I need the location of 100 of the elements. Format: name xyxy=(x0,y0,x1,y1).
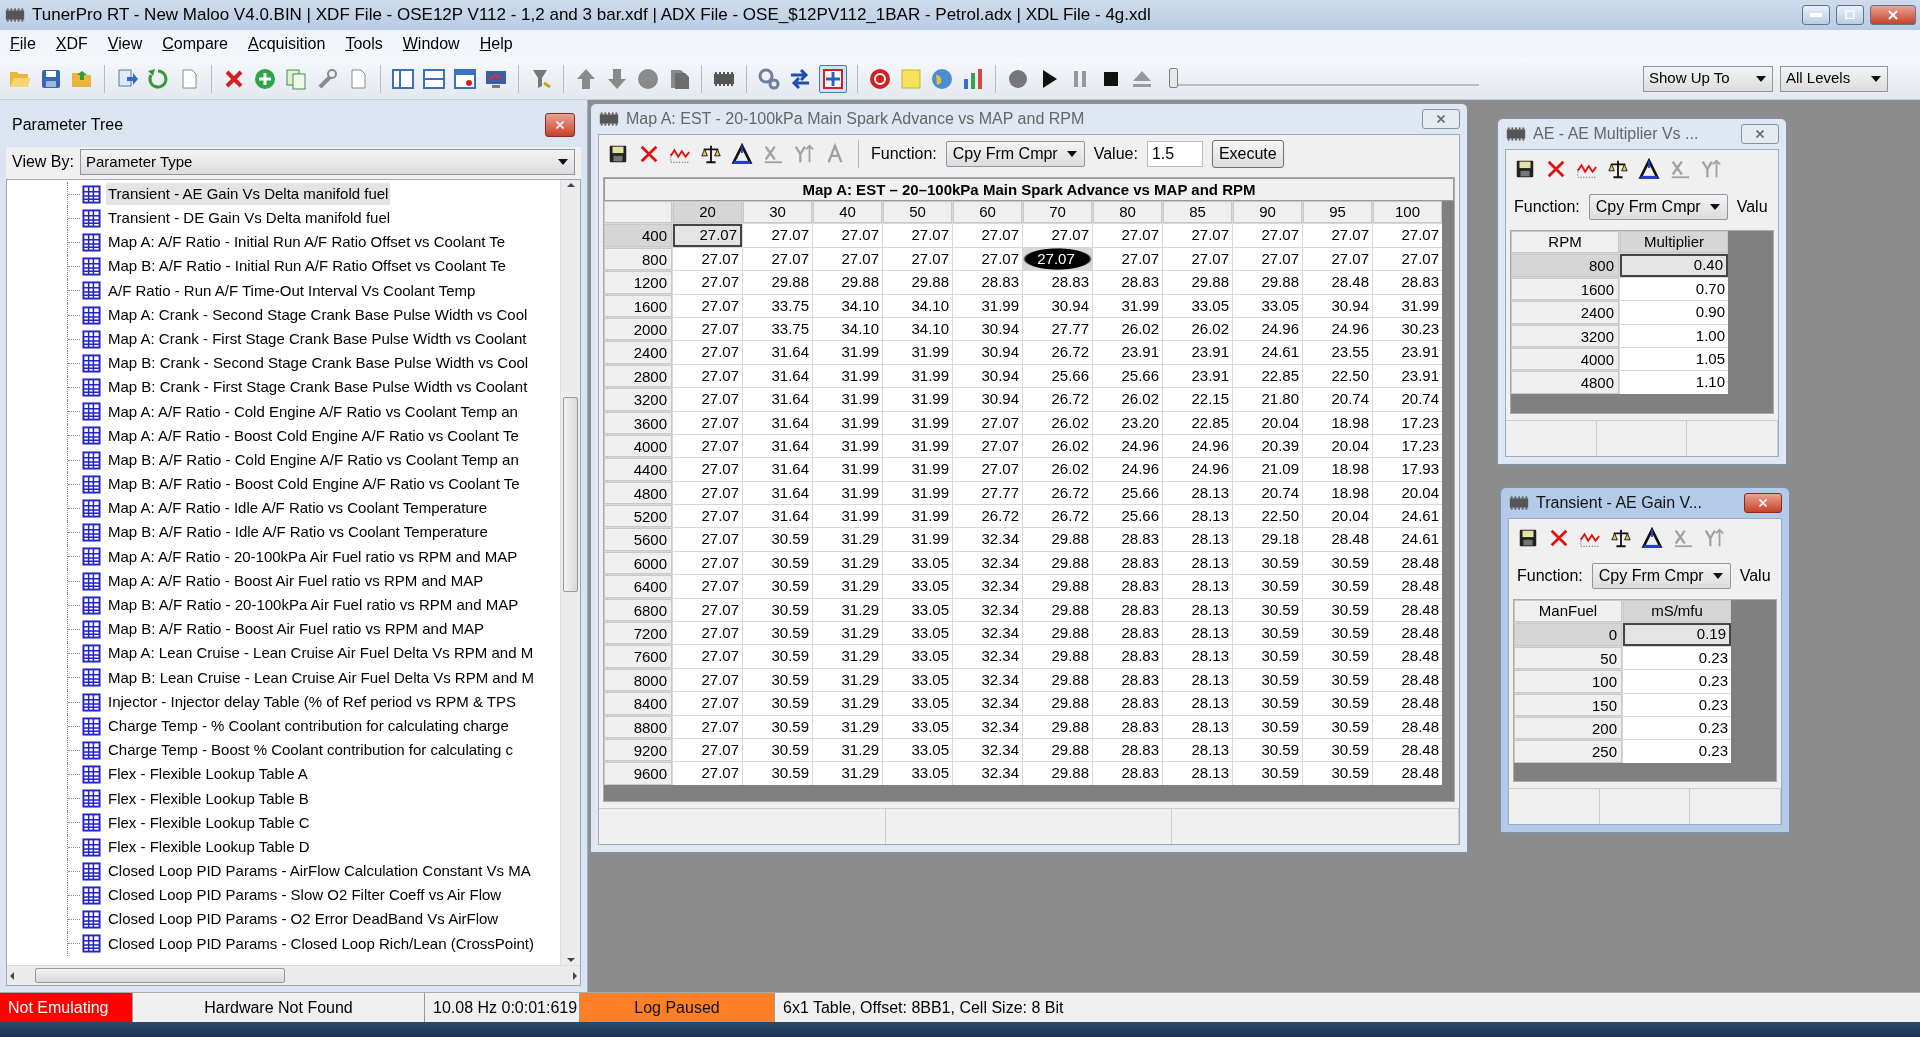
table-cell[interactable]: 17.93 xyxy=(1373,458,1442,481)
table-cell[interactable]: 31.64 xyxy=(743,458,812,481)
table-cell[interactable]: 30.94 xyxy=(953,364,1022,388)
table-cell[interactable]: 29.88 xyxy=(883,271,952,294)
window-icon[interactable] xyxy=(453,66,477,91)
table-cell[interactable]: 0.23 xyxy=(1623,670,1731,693)
close-button[interactable] xyxy=(1870,5,1916,25)
table-cell[interactable]: 30.59 xyxy=(1303,575,1372,598)
table-cell[interactable]: 31.64 xyxy=(743,341,812,364)
table-cell[interactable]: 22.85 xyxy=(1163,411,1232,434)
table-cell[interactable]: 30.94 xyxy=(953,341,1022,364)
table-cell[interactable]: 32.34 xyxy=(953,692,1022,715)
table-cell[interactable]: 28.48 xyxy=(1373,739,1442,762)
table-cell[interactable]: 24.61 xyxy=(1233,341,1302,364)
table-cell[interactable]: 28.83 xyxy=(1093,692,1162,715)
bar-chart-icon[interactable] xyxy=(961,66,985,91)
emulation-button[interactable] xyxy=(819,64,847,93)
table-cell[interactable]: 28.48 xyxy=(1373,645,1442,668)
scroll-thumb[interactable] xyxy=(563,397,578,592)
add-icon[interactable] xyxy=(253,66,277,91)
table-cell[interactable]: 31.99 xyxy=(813,481,882,505)
tree-item[interactable]: Map B: A/F Ratio - Boost Air Fuel ratio vs RPM and MAP xyxy=(106,618,486,641)
down-arrow-icon[interactable] xyxy=(605,66,629,91)
tree-item[interactable]: Map A: A/F Ratio - Idle A/F Ratio vs Coolant Temperature xyxy=(106,497,490,520)
table-cell[interactable]: 28.83 xyxy=(1093,762,1162,785)
table-cell[interactable]: 32.34 xyxy=(953,528,1022,551)
table-cell[interactable]: 23.91 xyxy=(1163,364,1232,388)
table-cell[interactable]: 33.05 xyxy=(883,575,952,598)
table-cell[interactable]: 28.83 xyxy=(1023,271,1092,294)
table-cell[interactable]: 29.88 xyxy=(1023,645,1092,668)
table-cell[interactable]: 29.88 xyxy=(1023,528,1092,551)
table-cell[interactable]: 20.39 xyxy=(1233,434,1302,458)
table-cell[interactable]: 30.59 xyxy=(743,528,812,551)
table-cell[interactable]: 28.13 xyxy=(1163,575,1232,598)
table-cell[interactable]: 30.59 xyxy=(1303,762,1372,785)
table-cell[interactable]: 28.48 xyxy=(1373,575,1442,598)
table-cell[interactable]: 26.72 xyxy=(1023,341,1092,364)
tree-item[interactable]: Flex - Flexible Lookup Table C xyxy=(106,811,312,835)
tree-item[interactable]: Closed Loop PID Params - Closed Loop Rich/Lean (CrossPoint) xyxy=(106,932,537,956)
tree-item[interactable]: Closed Loop PID Params - Slow O2 Filter Coeff vs Air Flow xyxy=(106,884,504,907)
table-cell[interactable]: 30.59 xyxy=(1303,715,1372,738)
table-cell[interactable]: 22.50 xyxy=(1303,364,1372,388)
table-cell[interactable]: 30.59 xyxy=(743,715,812,738)
table-cell[interactable]: 28.83 xyxy=(1093,551,1162,575)
function-dropdown[interactable]: Cpy Frm Cmpr xyxy=(945,141,1085,167)
tree-item[interactable]: Flex - Flexible Lookup Table D xyxy=(106,835,312,859)
table-cell[interactable]: 26.72 xyxy=(1023,505,1092,528)
table-cell[interactable]: 27.07 xyxy=(673,505,742,528)
menu-item[interactable]: View xyxy=(107,32,143,56)
table-cell[interactable]: 33.05 xyxy=(883,551,952,575)
table-cell[interactable]: 18.98 xyxy=(1303,458,1372,481)
table-cell[interactable]: 31.99 xyxy=(813,434,882,458)
table-cell[interactable]: 27.07 xyxy=(1023,247,1092,271)
table-cell[interactable]: 30.59 xyxy=(1233,762,1302,785)
tree-item[interactable]: Map B: A/F Ratio - Cold Engine A/F Ratio vs Coolant Temp an xyxy=(106,448,521,472)
tree-item[interactable]: Map B: A/F Ratio - Boost Cold Engine A/F Ratio vs Coolant Te xyxy=(106,473,522,496)
table-cell[interactable]: 28.83 xyxy=(1373,271,1442,294)
table-cell[interactable]: 32.34 xyxy=(953,762,1022,785)
swap-arrows-icon[interactable] xyxy=(788,66,812,91)
table-cell[interactable]: 31.99 xyxy=(813,364,882,388)
table-cell[interactable]: 30.59 xyxy=(1233,668,1302,692)
window-icon[interactable] xyxy=(391,66,415,91)
table-cell[interactable]: 28.48 xyxy=(1373,692,1442,715)
table-cell[interactable]: 0.23 xyxy=(1623,716,1731,740)
delta-icon[interactable] xyxy=(1638,158,1660,180)
tree-item[interactable]: Map B: A/F Ratio - 20-100kPa Air Fuel ratio vs RPM and MAP xyxy=(106,594,521,617)
table-cell[interactable]: 30.59 xyxy=(743,692,812,715)
table-cell[interactable]: 28.13 xyxy=(1163,715,1232,738)
table-cell[interactable]: 33.05 xyxy=(883,762,952,785)
window-icon[interactable] xyxy=(422,66,446,91)
table-cell[interactable]: 32.34 xyxy=(953,715,1022,738)
tree-item[interactable]: Flex - Flexible Lookup Table B xyxy=(106,787,311,811)
table-cell[interactable]: 27.07 xyxy=(953,247,1022,271)
table-cell[interactable]: 27.07 xyxy=(673,551,742,575)
table-cell[interactable]: 27.07 xyxy=(673,341,742,364)
tree-item[interactable]: Map A: A/F Ratio - Initial Run A/F Ratio Offset vs Coolant Te xyxy=(106,231,508,254)
table-cell[interactable]: 28.83 xyxy=(1093,645,1162,668)
table-cell[interactable]: 17.23 xyxy=(1373,434,1442,458)
balance-icon[interactable] xyxy=(1610,527,1632,549)
table-cell[interactable]: 27.07 xyxy=(673,388,742,411)
table-cell[interactable]: 0.40 xyxy=(1620,254,1728,277)
table-cell[interactable]: 30.59 xyxy=(743,598,812,622)
table-cell[interactable]: 29.88 xyxy=(1023,622,1092,645)
menu-item[interactable]: Help xyxy=(479,32,513,56)
table-cell[interactable]: 20.04 xyxy=(1373,481,1442,505)
table-cell[interactable]: 31.29 xyxy=(813,575,882,598)
table-cell[interactable]: 24.61 xyxy=(1373,528,1442,551)
table-cell[interactable]: 33.05 xyxy=(883,598,952,622)
table-cell[interactable]: 31.29 xyxy=(813,715,882,738)
gears-icon[interactable] xyxy=(757,66,781,91)
table-cell[interactable]: 27.07 xyxy=(1163,247,1232,271)
table-cell[interactable]: 24.96 xyxy=(1093,434,1162,458)
table-cell[interactable]: 33.75 xyxy=(743,317,812,341)
table-cell[interactable]: 28.13 xyxy=(1163,528,1232,551)
table-cell[interactable]: 29.88 xyxy=(813,271,882,294)
table-cell[interactable]: 27.07 xyxy=(813,247,882,271)
table-cell[interactable]: 34.10 xyxy=(883,294,952,317)
table-cell[interactable]: 29.88 xyxy=(1023,692,1092,715)
table-cell[interactable]: 21.09 xyxy=(1233,458,1302,481)
delta-icon[interactable] xyxy=(1641,527,1663,549)
